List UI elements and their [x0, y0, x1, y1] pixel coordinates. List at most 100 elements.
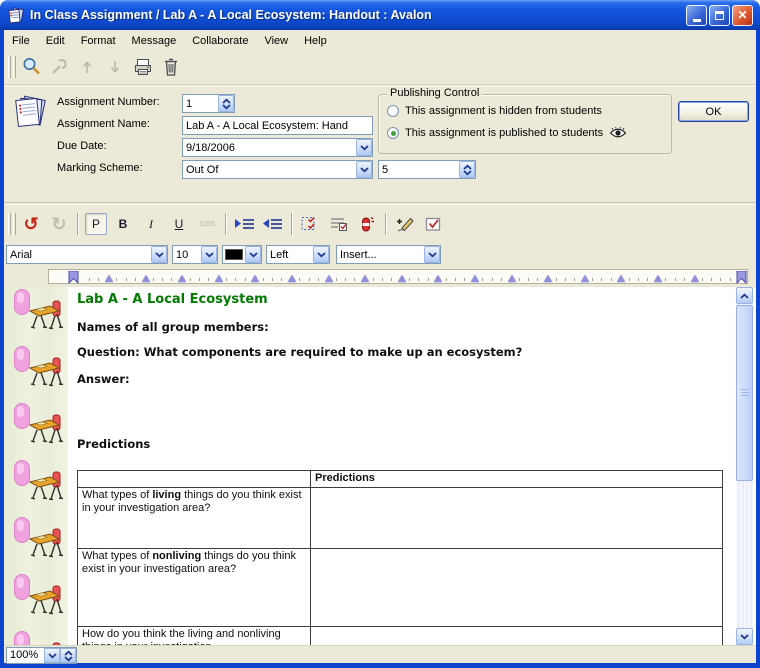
tools-button[interactable]: [46, 54, 72, 80]
tab-stop-icon[interactable]: [361, 275, 369, 282]
zoom-control[interactable]: 100%: [6, 647, 77, 664]
maximize-button[interactable]: [709, 5, 730, 26]
font-color-select[interactable]: [222, 245, 262, 264]
tab-stop-icon[interactable]: [398, 275, 406, 282]
chevron-down-icon[interactable]: [313, 246, 329, 263]
ruler-tick: [208, 278, 209, 281]
table-question-cell[interactable]: How do you think the living and nonlivin…: [78, 627, 311, 646]
redo-button[interactable]: ↻: [47, 212, 71, 236]
chevron-down-icon[interactable]: [201, 246, 217, 263]
tab-stop-icon[interactable]: [105, 275, 113, 282]
voice-note-button[interactable]: [355, 212, 379, 236]
previous-button[interactable]: [74, 54, 100, 80]
tab-stop-icon[interactable]: [691, 275, 699, 282]
paragraph-style-button[interactable]: P: [85, 213, 107, 235]
ruler[interactable]: [4, 267, 756, 287]
ruler-tick: [226, 278, 227, 281]
font-size-select[interactable]: 10: [172, 245, 218, 264]
marking-scheme-select[interactable]: Out Of: [182, 160, 373, 179]
toolbar-grip[interactable]: [8, 213, 11, 235]
radio-icon[interactable]: [387, 105, 399, 117]
alignment-select[interactable]: Left: [266, 245, 330, 264]
tab-stop-icon[interactable]: [471, 275, 479, 282]
close-button[interactable]: ✕: [732, 5, 753, 26]
scroll-down-button[interactable]: [736, 628, 753, 645]
toolbar-grip[interactable]: [13, 213, 16, 235]
indent-marker-icon[interactable]: [68, 271, 80, 284]
next-button[interactable]: [102, 54, 128, 80]
bold-button[interactable]: B: [111, 212, 135, 236]
table-question-cell[interactable]: What types of living things do you think…: [78, 488, 311, 549]
chevron-down-icon[interactable]: [356, 161, 372, 178]
table-answer-cell[interactable]: [311, 488, 723, 549]
menu-item-edit[interactable]: Edit: [38, 34, 73, 48]
radio-published-option[interactable]: This assignment is published to students: [387, 127, 627, 139]
delete-button[interactable]: [158, 54, 184, 80]
tab-stop-icon[interactable]: [325, 275, 333, 282]
tab-stop-icon[interactable]: [288, 275, 296, 282]
tab-stop-icon[interactable]: [178, 275, 186, 282]
ok-button[interactable]: OK: [678, 101, 749, 122]
right-margin-marker-icon[interactable]: [735, 271, 747, 284]
menu-item-message[interactable]: Message: [124, 34, 185, 48]
tab-stop-icon[interactable]: [654, 275, 662, 282]
indent-decrease-button[interactable]: [261, 212, 285, 236]
menu-item-format[interactable]: Format: [73, 34, 124, 48]
assignment-name-input[interactable]: Lab A - A Local Ecosystem: Hand: [182, 116, 373, 135]
toolbar-grip[interactable]: [13, 56, 16, 78]
minimize-button[interactable]: [686, 5, 707, 26]
scroll-up-button[interactable]: [736, 287, 753, 304]
table-answer-cell[interactable]: [311, 549, 723, 627]
tab-stop-icon[interactable]: [508, 275, 516, 282]
toolbar-grip[interactable]: [8, 56, 11, 78]
radio-icon[interactable]: [387, 127, 399, 139]
table-header-cell[interactable]: Predictions: [311, 471, 723, 488]
table-header-cell[interactable]: [78, 471, 311, 488]
add-annotation-button[interactable]: [393, 212, 417, 236]
ruler-tick: [299, 278, 300, 281]
underline-button[interactable]: U: [167, 212, 191, 236]
tab-stop-icon[interactable]: [251, 275, 259, 282]
document-editor[interactable]: Lab A - A Local Ecosystem Names of all g…: [68, 287, 736, 645]
insert-select[interactable]: Insert...: [336, 245, 441, 264]
chevron-down-icon[interactable]: [356, 139, 372, 156]
chevron-down-icon[interactable]: [424, 246, 440, 263]
tab-stop-icon[interactable]: [434, 275, 442, 282]
tab-stop-icon[interactable]: [215, 275, 223, 282]
search-button[interactable]: [18, 54, 44, 80]
scrollbar-thumb[interactable]: [736, 305, 753, 481]
predictions-table[interactable]: PredictionsWhat types of living things d…: [77, 470, 723, 645]
checklist-button[interactable]: [327, 212, 351, 236]
print-button[interactable]: [130, 54, 156, 80]
undo-button[interactable]: ↺: [19, 212, 43, 236]
tab-stop-icon[interactable]: [617, 275, 625, 282]
indent-increase-button[interactable]: [233, 212, 257, 236]
tab-stop-icon[interactable]: [142, 275, 150, 282]
table-question-cell[interactable]: What types of nonliving things do you th…: [78, 549, 311, 627]
chevron-down-icon[interactable]: [151, 246, 167, 263]
spinner-icon[interactable]: [218, 95, 234, 112]
ruler-strip[interactable]: [48, 269, 748, 284]
approve-button[interactable]: [421, 212, 445, 236]
table-answer-cell[interactable]: [311, 627, 723, 646]
italic-button[interactable]: I: [139, 212, 163, 236]
ruler-tick: [190, 278, 191, 281]
spinner-icon[interactable]: [60, 648, 76, 663]
marking-value-field[interactable]: 5: [378, 160, 476, 179]
menu-item-help[interactable]: Help: [296, 34, 335, 48]
vertical-scrollbar[interactable]: [736, 287, 753, 645]
font-family-select[interactable]: Arial: [6, 245, 168, 264]
font-size-style-button[interactable]: 1255: [195, 212, 219, 236]
menu-item-collaborate[interactable]: Collaborate: [184, 34, 256, 48]
radio-hidden-option[interactable]: This assignment is hidden from students: [387, 105, 602, 117]
spinner-icon[interactable]: [459, 161, 475, 178]
assignment-number-field[interactable]: 1: [182, 94, 235, 113]
menu-item-view[interactable]: View: [256, 34, 296, 48]
chevron-down-icon[interactable]: [245, 246, 261, 263]
select-items-button[interactable]: [299, 212, 323, 236]
chevron-down-icon[interactable]: [44, 648, 60, 663]
tab-stop-icon[interactable]: [544, 275, 552, 282]
tab-stop-icon[interactable]: [581, 275, 589, 282]
due-date-select[interactable]: 9/18/2006: [182, 138, 373, 157]
menu-item-file[interactable]: File: [4, 34, 38, 48]
